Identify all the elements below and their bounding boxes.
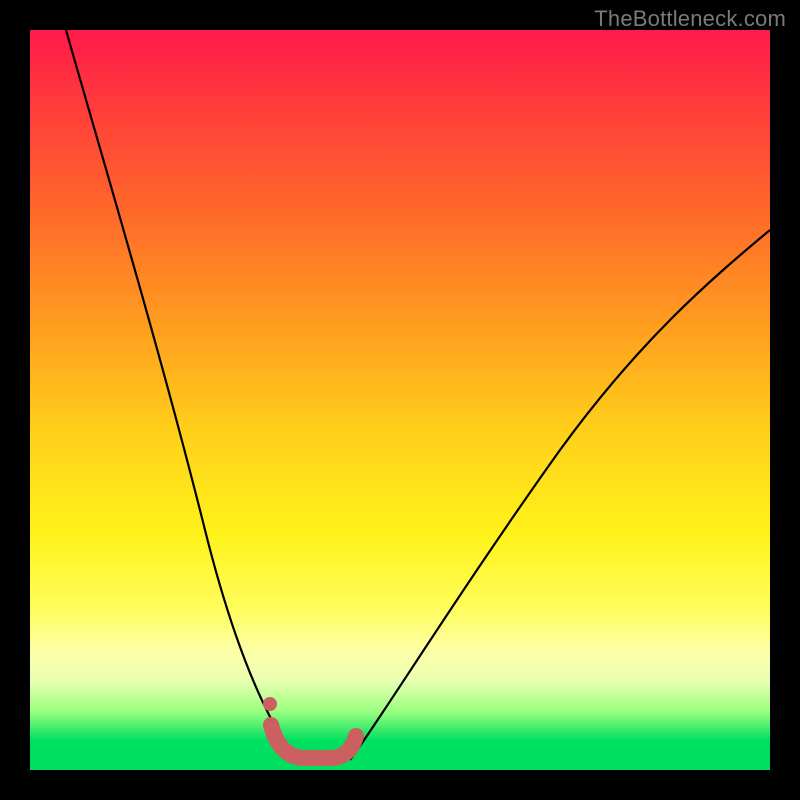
curve-right-branch — [350, 230, 770, 760]
watermark-text: TheBottleneck.com — [594, 6, 786, 32]
chart-frame — [30, 30, 770, 770]
chart-svg — [30, 30, 770, 770]
trough-bracket — [271, 725, 356, 758]
trough-dot — [263, 697, 277, 711]
curve-left-branch — [66, 30, 296, 760]
